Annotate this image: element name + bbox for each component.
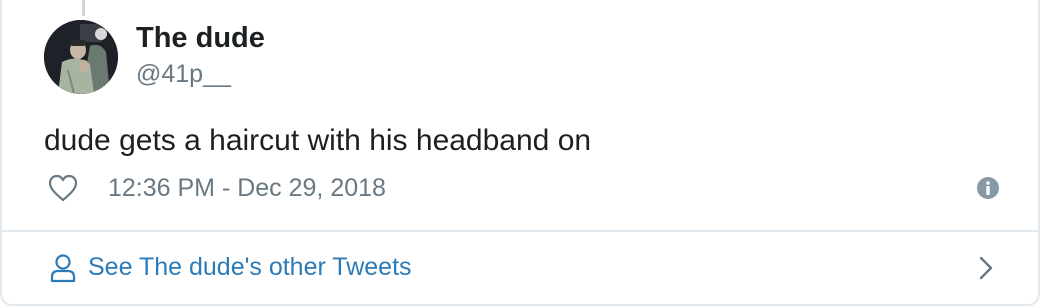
thread-connector-line bbox=[82, 0, 85, 16]
tweet-timestamp-link[interactable]: 12:36 PM - Dec 29, 2018 bbox=[108, 172, 386, 204]
see-other-tweets-label: See The dude's other Tweets bbox=[88, 253, 412, 281]
author-handle[interactable]: @41p__ bbox=[136, 58, 231, 90]
tweet-meta-row: 12:36 PM - Dec 29, 2018 bbox=[44, 170, 1004, 206]
person-icon bbox=[50, 254, 76, 283]
embedded-tweet-card: The dude @41p__ dude gets a haircut with… bbox=[0, 0, 1040, 306]
heart-outline-icon[interactable] bbox=[48, 174, 78, 202]
tweet-text: dude gets a haircut with his headband on bbox=[44, 124, 592, 157]
avatar-image bbox=[44, 20, 118, 94]
author-display-name[interactable]: The dude bbox=[136, 20, 265, 56]
chevron-right-icon bbox=[979, 256, 993, 280]
info-icon[interactable] bbox=[976, 176, 1000, 200]
see-other-tweets-link[interactable]: See The dude's other Tweets bbox=[2, 232, 1038, 304]
avatar[interactable] bbox=[44, 20, 118, 94]
